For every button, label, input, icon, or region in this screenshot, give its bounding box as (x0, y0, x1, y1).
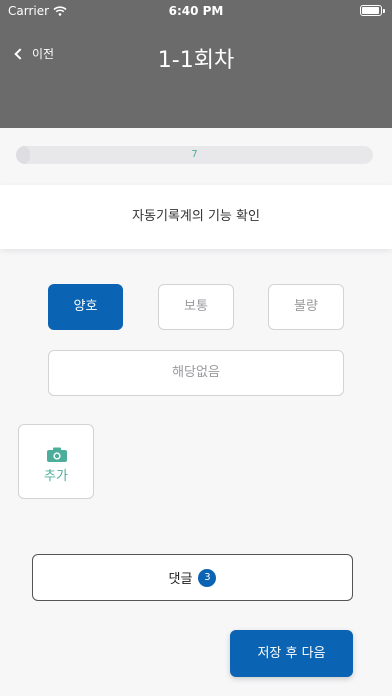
camera-icon (47, 447, 67, 462)
question-card: 자동기록계의 기능 확인 (0, 185, 392, 249)
battery-icon (360, 5, 385, 16)
question-text: 자동기록계의 기능 확인 (132, 209, 260, 224)
comment-count-badge: 3 (198, 568, 217, 587)
progress-label: 7 (191, 149, 198, 160)
add-photo-button[interactable]: 추가 (18, 424, 94, 499)
option-good-button[interactable]: 양호 (48, 284, 123, 330)
save-next-button[interactable]: 저장 후 다음 (230, 630, 353, 677)
nav-header: Carrier 6:40 PM 이전 1-1회차 (0, 0, 392, 128)
progress-bar: 7 (16, 146, 373, 164)
option-not-applicable-button[interactable]: 해당없음 (48, 350, 344, 396)
option-normal-button[interactable]: 보통 (158, 284, 234, 330)
comments-button[interactable]: 댓글 3 (32, 554, 353, 601)
comments-label: 댓글 (168, 572, 193, 587)
status-time: 6:40 PM (168, 4, 224, 18)
page-title: 1-1회차 (157, 48, 235, 73)
status-bar: Carrier 6:40 PM (0, 0, 392, 22)
add-photo-label: 추가 (44, 469, 68, 484)
option-bad-button[interactable]: 불량 (268, 284, 344, 330)
